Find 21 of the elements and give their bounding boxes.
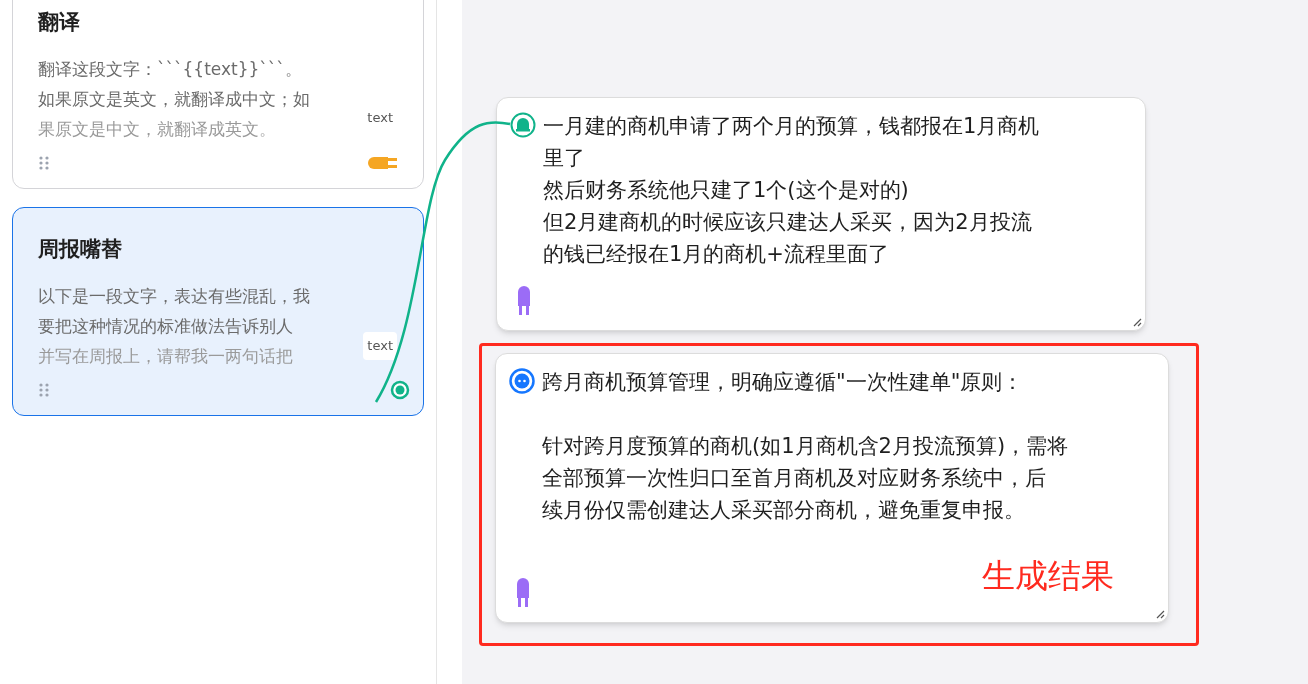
drag-handle-icon[interactable]	[38, 382, 50, 398]
connection-port-icon[interactable]	[390, 380, 410, 400]
drag-handle-icon[interactable]	[38, 155, 50, 171]
template-title: 翻译	[38, 9, 81, 36]
resize-grip-icon[interactable]	[1155, 609, 1165, 619]
text-node[interactable]: 跨月商机预算管理，明确应遵循"一次性建单"原则： 针对跨月度预算的商机(如1月商机含2月投流预算)，需将 全部预算一次性归口至首月商机及对应财务系统中，后 续月份仅需创建达人采买部分商机，避免重复申报。 生成结果	[495, 353, 1169, 623]
text-node[interactable]: 一月建的商机申请了两个月的预算，钱都报在1月商机 里了 然后财务系统他只建了1个(这个是对的) 但2月建商机的时候应该只建达人采买，因为2月投流 的钱已经报在1月的商机+流程里面了	[496, 97, 1146, 331]
port-label: text	[366, 109, 394, 127]
template-card[interactable]: 翻译 翻译这段文字：```{{text}}```。 如果原文是英文，就翻译成中文；如 果原文是中文，就翻译成英文。 text	[12, 0, 424, 189]
node-text: 针对跨月度预算的商机(如1月商机含2月投流预算)，需将 全部预算一次性归口至首月商机及对应财务系统中，后 续月份仅需创建达人采买部分商机，避免重复申报。	[542, 433, 1069, 524]
template-title: 周报嘴替	[38, 236, 123, 263]
annotation-label: 生成结果	[982, 556, 1114, 596]
robot-face-icon	[509, 368, 535, 394]
node-text: 跨月商机预算管理，明确应遵循"一次性建单"原则：	[542, 369, 1025, 396]
bell-icon	[510, 112, 536, 138]
node-text: 一月建的商机申请了两个月的预算，钱都报在1月商机 里了 然后财务系统他只建了1个(这个是对的) 但2月建商机的时候应该只建达人采买，因为2月投流 的钱已经报在1月的商机+流程里面了	[543, 113, 1040, 268]
template-description: 翻译这段文字：```{{text}}```。 如果原文是英文，就翻译成中文；如 果原文是中文，就翻译成英文。	[38, 58, 310, 141]
template-description: 以下是一段文字，表达有些混乱，我 要把这种情况的标准做法告诉别人 并写在周报上，请帮我一两句话把	[38, 285, 310, 368]
port-label: text	[363, 332, 397, 360]
resize-grip-icon[interactable]	[1132, 317, 1142, 327]
template-card[interactable]: 周报嘴替 以下是一段文字，表达有些混乱，我 要把这种情况的标准做法告诉别人 并写在周报上，请帮我一两句话把 text	[12, 207, 424, 416]
